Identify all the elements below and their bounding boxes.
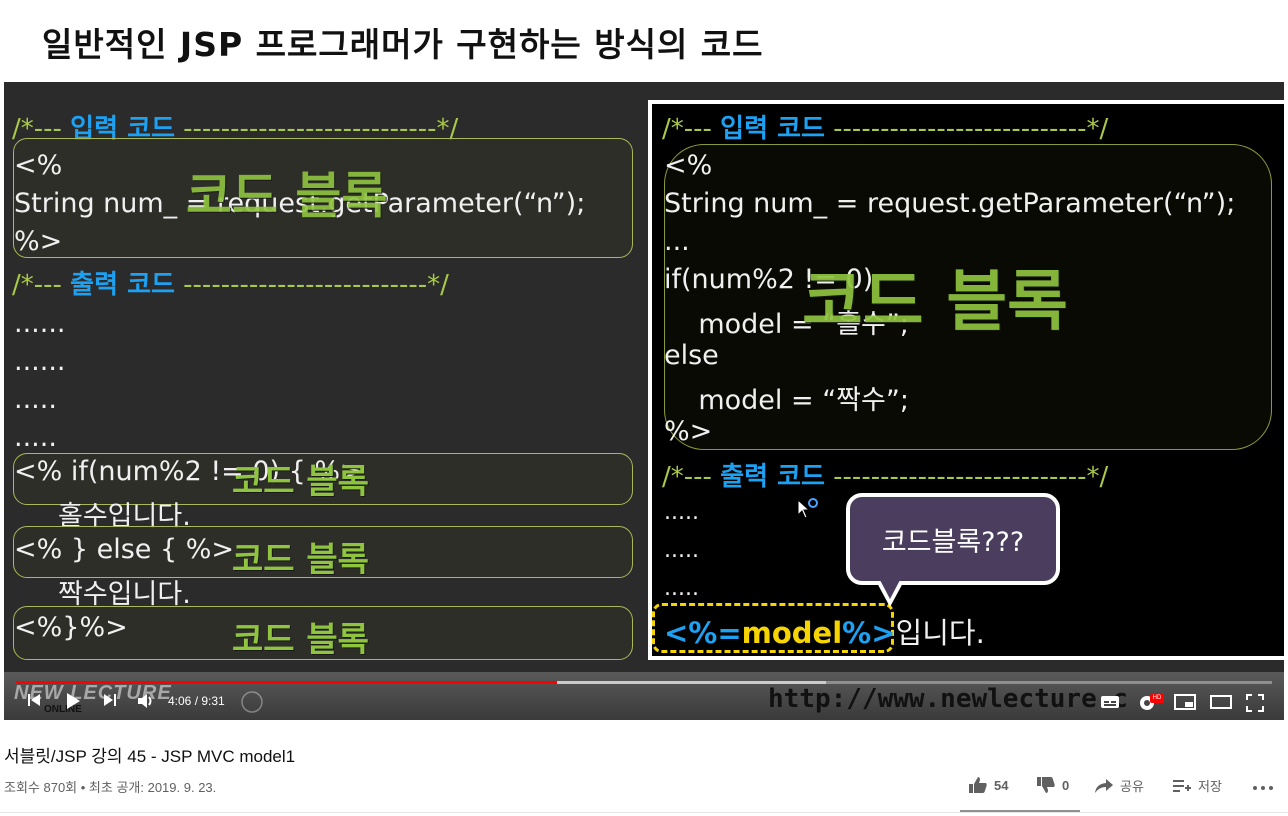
- progress-played: [16, 681, 558, 684]
- code-line: <%: [664, 150, 713, 181]
- subtitles-icon[interactable]: [1100, 694, 1120, 710]
- playlist-add-icon: [1173, 779, 1191, 792]
- slide-title: 일반적인 JSP 프로그래머가 구현하는 방식의 코드: [42, 25, 764, 64]
- like-button[interactable]: 54: [968, 776, 1008, 794]
- code-line: <%}%>: [14, 612, 128, 643]
- like-count: 54: [994, 777, 1009, 793]
- speech-bubble: 코드블록???: [846, 493, 1060, 585]
- code-line: %>: [14, 226, 63, 257]
- divider: [0, 812, 1288, 813]
- video-meta: 조회수 870회 • 최초 공개: 2019. 9. 23.: [4, 780, 217, 795]
- code-line: String num_ = request.getParameter(“n”);: [664, 188, 1236, 219]
- code-line: model = “짝수”;: [664, 385, 909, 416]
- thumbs-up-icon: [969, 777, 987, 793]
- code-dots: .....: [664, 538, 699, 563]
- code-line: %>: [664, 416, 713, 447]
- code-block-label: 코드 블록: [232, 540, 369, 580]
- share-button[interactable]: 공유: [1094, 776, 1144, 795]
- speech-bubble-text: 코드블록???: [881, 526, 1025, 558]
- slide-title-band: 일반적인 JSP 프로그래머가 구현하는 방식의 코드: [4, 0, 1284, 82]
- code-line: ...: [664, 226, 690, 257]
- code-block-label: 코드 블록: [186, 167, 388, 225]
- code-line: <% } else { %>: [14, 534, 235, 565]
- code-line: else: [664, 340, 719, 371]
- miniplayer-icon[interactable]: [1174, 694, 1196, 710]
- mouse-cursor-icon: [797, 498, 818, 519]
- share-label: 공유: [1120, 779, 1144, 794]
- code-dots: ......: [14, 308, 66, 339]
- code-block-label: 코드 블록: [802, 263, 1068, 340]
- code-dots: .....: [14, 422, 57, 453]
- video-player[interactable]: 일반적인 JSP 프로그래머가 구현하는 방식의 코드 /*--- 입력 코드 …: [4, 0, 1284, 720]
- left-output-comment: /*--- 출력 코드 --------------------------*/: [12, 270, 449, 300]
- watermark-url: http://www.newlecture.c: [768, 684, 1129, 714]
- save-label: 저장: [1198, 779, 1222, 794]
- code-dots: ......: [14, 346, 66, 377]
- hd-badge: HD: [1150, 694, 1164, 703]
- previous-icon[interactable]: [26, 692, 42, 708]
- save-button[interactable]: 저장: [1172, 776, 1222, 795]
- right-input-comment: /*--- 입력 코드 ---------------------------*…: [662, 114, 1109, 144]
- fullscreen-icon[interactable]: [1246, 694, 1264, 712]
- time-display: 4:06 / 9:31: [168, 694, 225, 708]
- more-actions-icon[interactable]: [1252, 784, 1274, 792]
- speech-bubble-tail-inner: [880, 580, 900, 599]
- code-line: <%: [14, 150, 63, 181]
- dislike-button[interactable]: 0: [1036, 776, 1069, 794]
- thumbs-down-icon: [1037, 777, 1055, 793]
- code-block-label: 코드 블록: [232, 462, 369, 502]
- expression-tag: <%=model%>입니다.: [664, 616, 985, 650]
- code-dots: .....: [664, 500, 699, 525]
- share-icon: [1095, 778, 1113, 793]
- next-icon[interactable]: [102, 692, 118, 708]
- video-title: 서블릿/JSP 강의 45 - JSP MVC model1: [4, 747, 296, 766]
- autoplay-toggle-icon[interactable]: [240, 690, 264, 714]
- code-dots: .....: [664, 576, 699, 601]
- left-code-panel: /*--- 입력 코드 ---------------------------*…: [4, 82, 644, 672]
- volume-icon[interactable]: [136, 692, 156, 710]
- code-block-label: 코드 블록: [232, 620, 369, 660]
- dislike-count: 0: [1062, 777, 1070, 793]
- theater-mode-icon[interactable]: [1210, 694, 1232, 710]
- right-output-comment: /*--- 출력 코드 ---------------------------*…: [662, 462, 1109, 492]
- play-icon[interactable]: [64, 692, 82, 710]
- code-dots: .....: [14, 384, 57, 415]
